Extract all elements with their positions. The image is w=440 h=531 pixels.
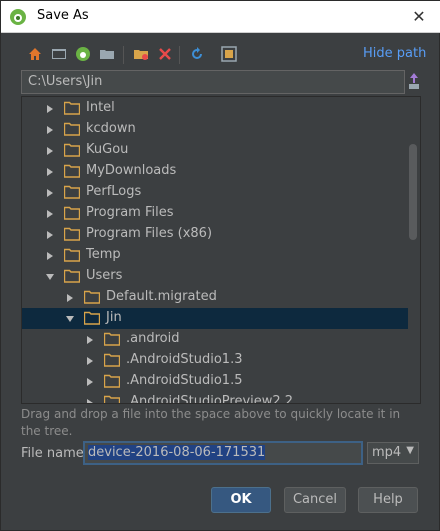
folder-icon: [83, 311, 101, 325]
window-title: Save As: [37, 8, 89, 23]
collapsed-arrow-icon[interactable]: [45, 145, 55, 155]
title-bar: Save As ✕: [1, 1, 440, 33]
cancel-button[interactable]: Cancel: [284, 487, 346, 513]
collapsed-arrow-icon[interactable]: [45, 229, 55, 239]
file-name-label: File name:: [21, 446, 89, 461]
folder-icon: [63, 206, 81, 220]
tree-row-label: Jin: [106, 310, 122, 325]
folder-icon: [63, 143, 81, 157]
tree-row-label: Users: [86, 268, 123, 283]
collapsed-arrow-icon[interactable]: [45, 250, 55, 260]
tree-row[interactable]: KuGou: [22, 140, 408, 161]
collapsed-arrow-icon[interactable]: [85, 334, 95, 344]
hide-path-link[interactable]: Hide path: [363, 46, 426, 61]
tree-row[interactable]: Temp: [22, 245, 408, 266]
collapsed-arrow-icon[interactable]: [45, 166, 55, 176]
refresh-icon[interactable]: [187, 43, 207, 65]
collapsed-arrow-icon[interactable]: [85, 355, 95, 365]
close-button[interactable]: ✕: [405, 4, 433, 30]
tree-row[interactable]: Program Files (x86): [22, 224, 408, 245]
collapsed-arrow-icon[interactable]: [45, 187, 55, 197]
expanded-arrow-icon[interactable]: [65, 313, 75, 323]
folder-icon: [83, 290, 101, 304]
tree-row-label: MyDownloads: [86, 163, 177, 178]
expanded-arrow-icon[interactable]: [45, 271, 55, 281]
tree-row[interactable]: .AndroidStudio1.5: [22, 371, 408, 392]
tree-row[interactable]: Default.migrated: [22, 287, 408, 308]
tree-row-label: Program Files (x86): [86, 226, 213, 241]
tree-row[interactable]: PerfLogs: [22, 182, 408, 203]
android-studio-icon: [9, 8, 27, 26]
folder-icon: [63, 248, 81, 262]
extension-value: mp4: [372, 445, 402, 460]
module-icon[interactable]: [97, 43, 117, 65]
new-folder-icon[interactable]: [131, 43, 151, 65]
collapsed-arrow-icon[interactable]: [45, 124, 55, 134]
desktop-icon[interactable]: [49, 43, 69, 65]
collapsed-arrow-icon[interactable]: [65, 292, 75, 302]
collapsed-arrow-icon[interactable]: [45, 103, 55, 113]
drag-drop-hint: Drag and drop a file into the space abov…: [21, 407, 401, 438]
chevron-down-icon: ▼: [406, 445, 414, 456]
tree-row-label: .android: [126, 331, 180, 346]
path-history-icon[interactable]: [407, 70, 421, 92]
tree-row-label: .AndroidStudio1.5: [126, 373, 243, 388]
tree-row[interactable]: MyDownloads: [22, 161, 408, 182]
folder-icon: [103, 353, 121, 367]
toolbar: Hide path: [1, 41, 440, 69]
folder-icon: [63, 101, 81, 115]
file-name-input[interactable]: device-2016-08-06-171531: [83, 441, 363, 465]
tree-row[interactable]: .AndroidStudioPreview2.2: [22, 392, 408, 404]
tree-row[interactable]: Jin: [22, 308, 408, 329]
tree-row[interactable]: .AndroidStudio1.3: [22, 350, 408, 371]
tree-row-label: Default.migrated: [106, 289, 217, 304]
tree-row-label: Intel: [86, 100, 115, 115]
tree-row[interactable]: Intel: [22, 98, 408, 119]
folder-icon: [103, 395, 121, 403]
tree-row-label: .AndroidStudio1.3: [126, 352, 243, 367]
tree-row[interactable]: Users: [22, 266, 408, 287]
project-icon[interactable]: [73, 43, 93, 65]
show-hidden-icon[interactable]: [219, 43, 239, 65]
tree-row[interactable]: .android: [22, 329, 408, 350]
path-field[interactable]: C:\Users\Jin: [21, 70, 405, 94]
help-button[interactable]: Help: [358, 487, 418, 513]
folder-icon: [103, 332, 121, 346]
ok-button[interactable]: OK: [211, 487, 271, 513]
folder-icon: [63, 122, 81, 136]
folder-icon: [63, 185, 81, 199]
tree-row[interactable]: kcdown: [22, 119, 408, 140]
folder-icon: [63, 164, 81, 178]
tree-scrollbar[interactable]: [409, 144, 417, 240]
tree-row-label: PerfLogs: [86, 184, 142, 199]
tree-row-label: Program Files: [86, 205, 174, 220]
file-name-value: device-2016-08-06-171531: [88, 445, 266, 460]
tree-row-label: KuGou: [86, 142, 129, 157]
tree-row-label: .AndroidStudioPreview2.2: [126, 394, 294, 404]
collapsed-arrow-icon[interactable]: [45, 208, 55, 218]
file-tree[interactable]: Intel kcdown KuGou MyDownloads PerfLogs Progr…: [21, 96, 421, 404]
folder-icon: [63, 227, 81, 241]
tree-row-label: kcdown: [86, 121, 136, 136]
home-icon[interactable]: [25, 43, 45, 65]
tree-row-label: Temp: [86, 247, 121, 262]
delete-icon[interactable]: [155, 43, 175, 65]
save-as-dialog: Save As ✕ Hide path C:\Users\Jin Intel k…: [0, 0, 440, 531]
folder-icon: [103, 374, 121, 388]
tree-row[interactable]: Program Files: [22, 203, 408, 224]
collapsed-arrow-icon[interactable]: [85, 376, 95, 386]
folder-icon: [63, 269, 81, 283]
extension-select[interactable]: mp4 ▼: [367, 442, 419, 464]
collapsed-arrow-icon[interactable]: [85, 397, 95, 403]
